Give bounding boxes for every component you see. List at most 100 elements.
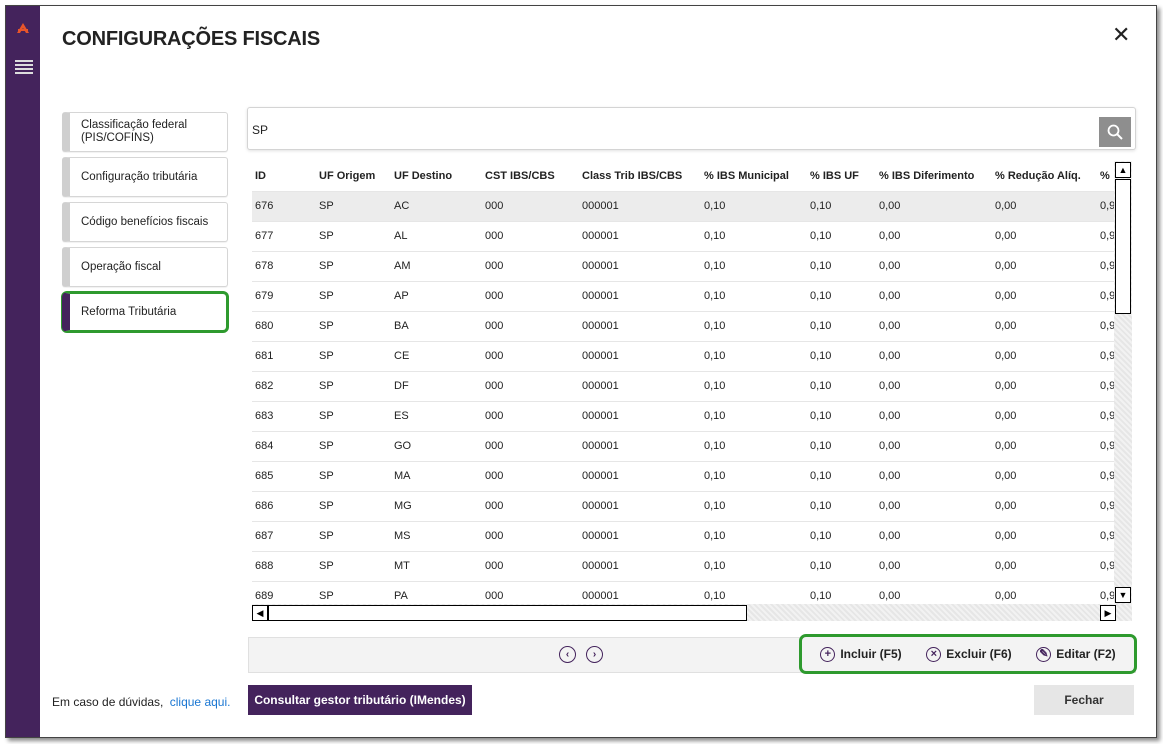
menu-icon[interactable] xyxy=(15,60,33,76)
consult-imendes-button[interactable]: Consultar gestor tributário (IMendes) xyxy=(248,685,472,715)
table-cell: 0,10 xyxy=(807,460,876,491)
horizontal-scroll-thumb[interactable] xyxy=(268,605,747,621)
scroll-down-icon[interactable]: ▼ xyxy=(1115,587,1131,603)
table-row[interactable]: 676 SP AC 000 000001 0,10 0,10 0,00 0,00 0,9 xyxy=(252,190,1114,221)
table-cell: 681 xyxy=(252,340,316,371)
edit-button[interactable]: ✎ Editar (F2) xyxy=(1036,646,1116,662)
table-cell: 000 xyxy=(482,340,579,371)
prev-page-icon[interactable]: ‹ xyxy=(559,646,576,663)
nav-item-label: Código benefícios fiscais xyxy=(81,215,209,228)
help-link[interactable]: clique aqui. xyxy=(170,695,231,709)
table-row[interactable]: 679 SP AP 000 000001 0,10 0,10 0,00 0,00 0,9 xyxy=(252,280,1114,311)
table-cell: 0,00 xyxy=(876,520,992,551)
close-button[interactable]: Fechar xyxy=(1034,685,1134,715)
table-row[interactable]: 678 SP AM 000 000001 0,10 0,10 0,00 0,00 0,9 xyxy=(252,250,1114,281)
table-row[interactable]: 689 SP PA 000 000001 0,10 0,10 0,00 0,00 0,9 xyxy=(252,580,1114,603)
table-cell: 0,00 xyxy=(876,580,992,603)
nav-item[interactable]: Operação fiscal xyxy=(62,247,228,287)
table-cell: 000001 xyxy=(579,220,701,251)
table-cell: 0,9 xyxy=(1097,220,1114,251)
column-header[interactable]: % IBS Diferimento xyxy=(876,161,992,191)
app-logo-icon[interactable] xyxy=(15,20,31,36)
table-cell: 000 xyxy=(482,250,579,281)
table-cell: 000 xyxy=(482,550,579,581)
dialog-window: CONFIGURAÇÕES FISCAIS ✕ Classificação fe… xyxy=(5,5,1157,738)
table-cell: 0,10 xyxy=(701,520,807,551)
pencil-circle-icon: ✎ xyxy=(1036,646,1052,662)
horizontal-scrollbar[interactable]: ◀ ▶ xyxy=(252,604,1132,621)
table-cell: 0,9 xyxy=(1097,370,1114,401)
column-header[interactable]: UF Origem xyxy=(316,161,391,191)
column-header[interactable]: CST IBS/CBS xyxy=(482,161,579,191)
close-icon[interactable]: ✕ xyxy=(1112,24,1130,46)
table-row[interactable]: 680 SP BA 000 000001 0,10 0,10 0,00 0,00 0,9 xyxy=(252,310,1114,341)
delete-button[interactable]: × Excluir (F6) xyxy=(926,646,1012,662)
table-cell: 0,00 xyxy=(992,190,1097,221)
table-cell: SP xyxy=(316,550,391,581)
table-cell: 685 xyxy=(252,460,316,491)
table-cell: 000 xyxy=(482,430,579,461)
table-cell: SP xyxy=(316,460,391,491)
scroll-left-icon[interactable]: ◀ xyxy=(252,605,268,621)
vertical-scroll-thumb[interactable] xyxy=(1115,179,1131,314)
table-cell: 677 xyxy=(252,220,316,251)
table-row[interactable]: 677 SP AL 000 000001 0,10 0,10 0,00 0,00 0,9 xyxy=(252,220,1114,251)
table-row[interactable]: 683 SP ES 000 000001 0,10 0,10 0,00 0,00 0,9 xyxy=(252,400,1114,431)
column-header[interactable]: ID xyxy=(252,161,316,191)
table-cell: 0,00 xyxy=(876,430,992,461)
table-cell: 0,9 xyxy=(1097,580,1114,603)
table-cell: SP xyxy=(316,280,391,311)
nav-item-label: Reforma Tributária xyxy=(81,305,177,318)
column-header[interactable]: % Redução Alíq. xyxy=(992,161,1097,191)
table-cell: 000 xyxy=(482,190,579,221)
table-cell: ES xyxy=(391,400,482,431)
next-page-icon[interactable]: › xyxy=(586,646,603,663)
nav-item[interactable]: Configuração tributária xyxy=(62,157,228,197)
search-button[interactable] xyxy=(1099,117,1131,147)
table-cell: 0,9 xyxy=(1097,460,1114,491)
table-cell: 0,00 xyxy=(992,400,1097,431)
table-cell: 0,00 xyxy=(992,430,1097,461)
table-row[interactable]: 682 SP DF 000 000001 0,10 0,10 0,00 0,00 0,9 xyxy=(252,370,1114,401)
pager: ‹ › xyxy=(559,646,603,663)
table-cell: SP xyxy=(316,370,391,401)
table-cell: 000001 xyxy=(579,310,701,341)
scroll-up-icon[interactable]: ▲ xyxy=(1115,162,1131,178)
nav-item[interactable]: Classificação federal (PIS/COFINS) xyxy=(62,112,228,152)
nav-item[interactable]: Código benefícios fiscais xyxy=(62,202,228,242)
nav-item[interactable]: Reforma Tributária xyxy=(62,292,228,332)
table-cell: 687 xyxy=(252,520,316,551)
edit-label: Editar (F2) xyxy=(1056,647,1116,661)
table-cell: 0,00 xyxy=(876,340,992,371)
table-cell: 000 xyxy=(482,580,579,603)
table-cell: 0,9 xyxy=(1097,250,1114,281)
column-header[interactable]: % IBS UF xyxy=(807,161,876,191)
column-header[interactable]: Class Trib IBS/CBS xyxy=(579,161,701,191)
column-header[interactable]: % IBS Municipal xyxy=(701,161,807,191)
table-cell: 000001 xyxy=(579,460,701,491)
table-cell: 000001 xyxy=(579,340,701,371)
table-cell: 0,10 xyxy=(807,370,876,401)
table-cell: 0,00 xyxy=(876,220,992,251)
include-label: Incluir (F5) xyxy=(840,647,902,661)
column-header[interactable]: UF Destino xyxy=(391,161,482,191)
table-cell: 0,00 xyxy=(876,370,992,401)
table-cell: 0,00 xyxy=(992,340,1097,371)
table-cell: 0,10 xyxy=(807,340,876,371)
search-input[interactable] xyxy=(252,118,1100,142)
table-row[interactable]: 681 SP CE 000 000001 0,10 0,10 0,00 0,00 0,9 xyxy=(252,340,1114,371)
table-cell: 0,10 xyxy=(701,340,807,371)
table-row[interactable]: 685 SP MA 000 000001 0,10 0,10 0,00 0,00 0,9 xyxy=(252,460,1114,491)
table-cell: 000 xyxy=(482,310,579,341)
include-button[interactable]: + Incluir (F5) xyxy=(820,646,902,662)
table-row[interactable]: 686 SP MG 000 000001 0,10 0,10 0,00 0,00 0,9 xyxy=(252,490,1114,521)
scroll-right-icon[interactable]: ▶ xyxy=(1100,605,1116,621)
column-header[interactable]: % xyxy=(1097,161,1114,191)
table-cell: AC xyxy=(391,190,482,221)
table-row[interactable]: 687 SP MS 000 000001 0,10 0,10 0,00 0,00 0,9 xyxy=(252,520,1114,551)
table-row[interactable]: 688 SP MT 000 000001 0,10 0,10 0,00 0,00 0,9 xyxy=(252,550,1114,581)
table-row[interactable]: 684 SP GO 000 000001 0,10 0,10 0,00 0,00 0,9 xyxy=(252,430,1114,461)
table-cell: 0,10 xyxy=(807,250,876,281)
nav-item-label: Configuração tributária xyxy=(81,170,198,183)
vertical-scrollbar[interactable]: ▲ ▼ xyxy=(1114,161,1132,604)
